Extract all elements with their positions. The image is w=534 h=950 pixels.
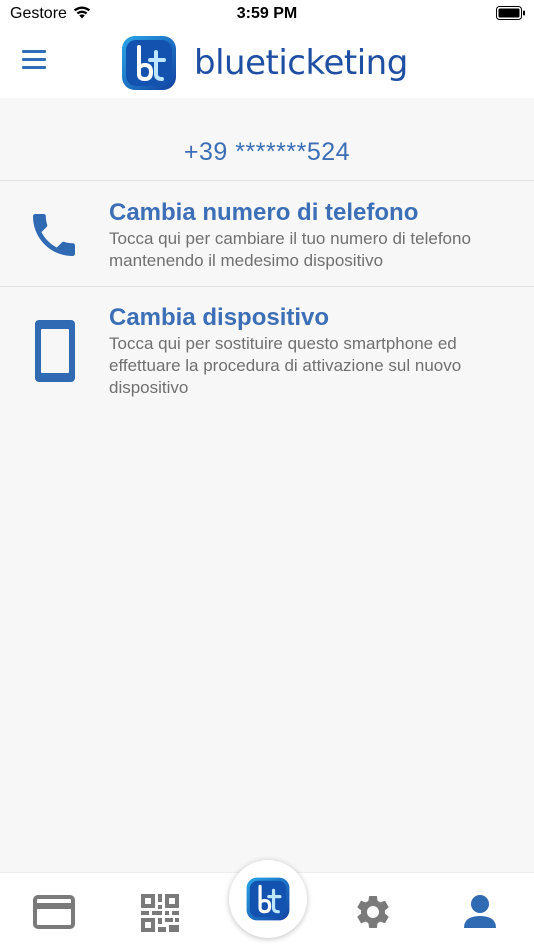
option-title: Cambia dispositivo	[109, 304, 330, 331]
change-phone-number-option[interactable]: Cambia numero di telefono Tocca qui per …	[0, 181, 534, 286]
smartphone-icon	[34, 319, 76, 388]
user-icon[interactable]	[462, 894, 498, 935]
option-title: Cambia numero di telefono	[109, 199, 419, 226]
hamburger-menu-icon[interactable]	[22, 50, 52, 76]
change-device-option[interactable]: Cambia dispositivo Tocca qui per sostitu…	[0, 287, 534, 412]
gear-icon[interactable]	[353, 892, 393, 937]
app-logo: blueticketing	[120, 34, 408, 92]
masked-phone-number: +39 *******524	[183, 138, 351, 166]
status-bar: Gestore 3:59 PM	[0, 0, 534, 28]
option-description: Tocca qui per cambiare il tuo numero di …	[109, 229, 471, 270]
credit-card-icon[interactable]	[33, 895, 75, 934]
clock: 3:59 PM	[236, 5, 298, 22]
battery-icon	[496, 6, 526, 25]
logo-text: blueticketing	[194, 43, 408, 83]
blueticketing-logo-mark	[122, 36, 176, 90]
phone-icon	[26, 207, 82, 268]
qr-code-icon[interactable]	[141, 894, 179, 937]
app-header: blueticketing	[0, 28, 534, 98]
option-description: Tocca qui per sostituire questo smartpho…	[109, 334, 462, 397]
blueticketing-logo-icon[interactable]	[229, 860, 307, 938]
